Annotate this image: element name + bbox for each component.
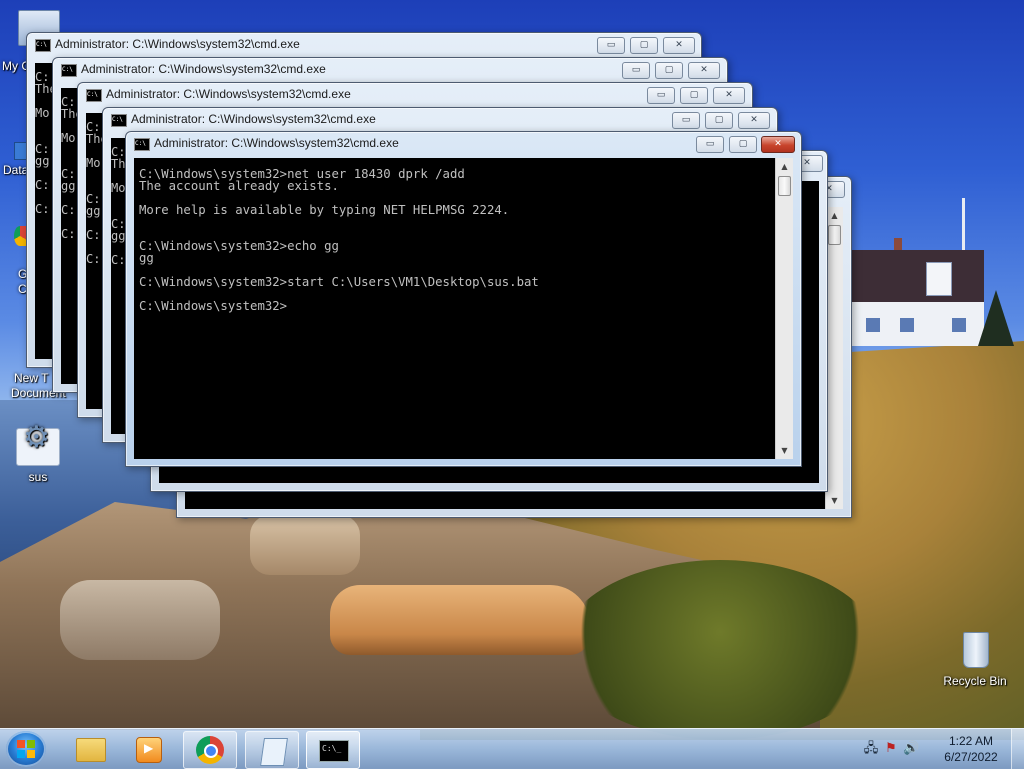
chrome-icon bbox=[196, 736, 224, 764]
window-title: Administrator: C:\Windows\system32\cmd.e… bbox=[131, 112, 376, 126]
cmd-window-titlebar[interactable]: C:\ Administrator: C:\Windows\system32\c… bbox=[53, 58, 727, 82]
taskbar-item-media-player[interactable] bbox=[122, 731, 174, 767]
minimize-button[interactable]: ▭ bbox=[647, 87, 675, 104]
wallpaper-house bbox=[852, 250, 984, 346]
cmd-window-icon[interactable]: C:\ bbox=[86, 89, 102, 102]
clock-date: 6/27/2022 bbox=[944, 750, 998, 764]
recycle-bin-icon bbox=[955, 630, 995, 670]
cmd-window-titlebar[interactable]: C:\ Administrator: C:\Windows\system32\c… bbox=[126, 132, 801, 156]
vertical-scrollbar[interactable]: ▲ ▼ bbox=[775, 158, 793, 459]
cmd-window-icon[interactable]: C:\ bbox=[61, 64, 77, 77]
taskbar-item-cmd[interactable]: C:\_ bbox=[306, 731, 360, 769]
wallpaper-boulder bbox=[330, 585, 590, 655]
window-title: Administrator: C:\Windows\system32\cmd.e… bbox=[81, 62, 326, 76]
scroll-thumb[interactable] bbox=[778, 176, 791, 196]
network-icon[interactable]: 🖧 bbox=[863, 741, 879, 757]
scroll-up-icon[interactable]: ▲ bbox=[826, 207, 843, 224]
cmd-window-active[interactable]: C:\ Administrator: C:\Windows\system32\c… bbox=[125, 131, 802, 467]
taskbar: C:\_ 🖧 ⚑ 🔊 1:22 AM 6/27/2022 bbox=[0, 728, 1024, 769]
taskbar-item-notepad[interactable] bbox=[245, 731, 299, 769]
cmd-icon: C:\_ bbox=[319, 740, 349, 762]
desktop-icon-sus[interactable]: sus bbox=[0, 428, 76, 484]
window-title: Administrator: C:\Windows\system32\cmd.e… bbox=[55, 37, 300, 51]
cmd-window-icon[interactable]: C:\ bbox=[111, 114, 127, 127]
console-output: C:\Windows\system32>net user 18430 dprk … bbox=[139, 167, 539, 313]
system-tray: 🖧 ⚑ 🔊 1:22 AM 6/27/2022 bbox=[859, 729, 1024, 769]
notepad-icon bbox=[260, 738, 288, 766]
close-button[interactable]: ✕ bbox=[688, 62, 720, 79]
window-title: Administrator: C:\Windows\system32\cmd.e… bbox=[106, 87, 351, 101]
minimize-button[interactable]: ▭ bbox=[597, 37, 625, 54]
media-player-icon bbox=[136, 737, 162, 763]
cmd-window-titlebar[interactable]: C:\ Administrator: C:\Windows\system32\c… bbox=[27, 33, 701, 57]
scroll-thumb[interactable] bbox=[828, 225, 841, 245]
scroll-up-icon[interactable]: ▲ bbox=[776, 158, 793, 175]
windows-logo-icon bbox=[17, 740, 35, 758]
close-button[interactable]: ✕ bbox=[738, 112, 770, 129]
scroll-down-icon[interactable]: ▼ bbox=[826, 492, 843, 509]
taskbar-item-chrome[interactable] bbox=[183, 731, 237, 769]
cmd-window-icon[interactable]: C:\ bbox=[35, 39, 51, 52]
chrome-desktop-icon[interactable] bbox=[14, 226, 26, 246]
desktop-icon-label: Recycle Bin bbox=[943, 674, 1007, 688]
minimize-button[interactable]: ▭ bbox=[672, 112, 700, 129]
maximize-button[interactable]: ▢ bbox=[729, 136, 757, 153]
minimize-button[interactable]: ▭ bbox=[622, 62, 650, 79]
desktop-label-data[interactable]: Data bbox=[3, 163, 28, 177]
close-button[interactable]: ✕ bbox=[713, 87, 745, 104]
taskbar-item-explorer[interactable] bbox=[62, 731, 114, 767]
show-desktop-button[interactable] bbox=[1011, 729, 1024, 769]
minimize-button[interactable]: ▭ bbox=[696, 136, 724, 153]
maximize-button[interactable]: ▢ bbox=[630, 37, 658, 54]
cmd-window-titlebar[interactable]: C:\ Administrator: C:\Windows\system32\c… bbox=[103, 108, 777, 132]
cmd-window-titlebar[interactable]: C:\ Administrator: C:\Windows\system32\c… bbox=[78, 83, 752, 107]
folder-icon bbox=[76, 738, 106, 762]
console-area[interactable]: C:\Windows\system32>net user 18430 dprk … bbox=[134, 158, 793, 459]
window-title: Administrator: C:\Windows\system32\cmd.e… bbox=[154, 136, 399, 150]
maximize-button[interactable]: ▢ bbox=[655, 62, 683, 79]
maximize-button[interactable]: ▢ bbox=[680, 87, 708, 104]
start-button[interactable] bbox=[6, 731, 46, 767]
close-button[interactable]: ✕ bbox=[663, 37, 695, 54]
action-center-flag-icon[interactable]: ⚑ bbox=[883, 741, 899, 757]
clock-time: 1:22 AM bbox=[948, 734, 994, 748]
wallpaper-shrub bbox=[560, 560, 880, 740]
scroll-down-icon[interactable]: ▼ bbox=[776, 442, 793, 459]
desktop-label-new-text-1[interactable]: New T bbox=[14, 371, 48, 385]
batch-file-icon bbox=[16, 428, 60, 466]
close-button[interactable]: ✕ bbox=[761, 136, 795, 153]
desktop-icon-label: sus bbox=[28, 470, 48, 484]
clock[interactable]: 1:22 AM 6/27/2022 bbox=[936, 733, 1006, 765]
desktop-icon-recycle-bin[interactable]: Recycle Bin bbox=[937, 630, 1013, 688]
volume-icon[interactable]: 🔊 bbox=[903, 741, 919, 757]
maximize-button[interactable]: ▢ bbox=[705, 112, 733, 129]
cmd-window-icon[interactable]: C:\ bbox=[134, 138, 150, 151]
